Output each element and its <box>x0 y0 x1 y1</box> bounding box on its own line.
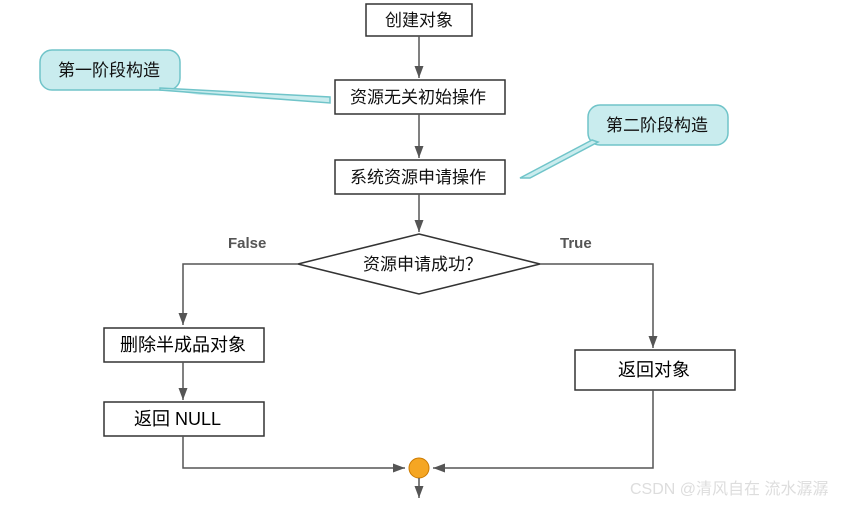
node-alloc-label: 系统资源申请操作 <box>350 168 486 187</box>
node-decision: 资源申请成功？ <box>298 234 540 294</box>
callout-phase2-label: 第二阶段构造 <box>606 116 708 135</box>
callout-phase1-label: 第一阶段构造 <box>58 61 160 80</box>
edge-decision-true <box>540 264 653 348</box>
merge-junction <box>409 458 429 478</box>
edge-null-to-merge <box>183 436 405 468</box>
node-decision-label: 资源申请成功？ <box>363 255 482 274</box>
callout-phase1: 第一阶段构造 <box>40 50 330 103</box>
node-return-null-label: 返回 NULL <box>134 409 221 429</box>
node-delete-partial-label: 删除半成品对象 <box>120 335 246 355</box>
edge-label-true: True <box>560 235 592 252</box>
watermark-text: CSDN @清风自在 流水潺潺 <box>630 480 828 498</box>
node-return-object: 返回对象 <box>575 350 735 390</box>
node-init-no-resource: 资源无关初始操作 <box>335 80 505 114</box>
node-return-null: 返回 NULL <box>104 402 264 436</box>
node-create-object: 创建对象 <box>366 4 472 36</box>
node-return-object-label: 返回对象 <box>618 360 690 380</box>
edge-label-false: False <box>228 235 266 252</box>
node-delete-partial: 删除半成品对象 <box>104 328 264 362</box>
node-alloc-resource: 系统资源申请操作 <box>335 160 505 194</box>
callout-phase2: 第二阶段构造 <box>520 105 728 178</box>
node-create-object-label: 创建对象 <box>385 11 453 30</box>
edge-obj-to-merge <box>433 390 653 468</box>
flowchart-diagram: 第一阶段构造 第二阶段构造 创建对象 资源无关初始操作 系统资源申请操作 资源申… <box>0 0 862 507</box>
node-init-label: 资源无关初始操作 <box>350 88 486 107</box>
edge-decision-false <box>183 264 298 325</box>
